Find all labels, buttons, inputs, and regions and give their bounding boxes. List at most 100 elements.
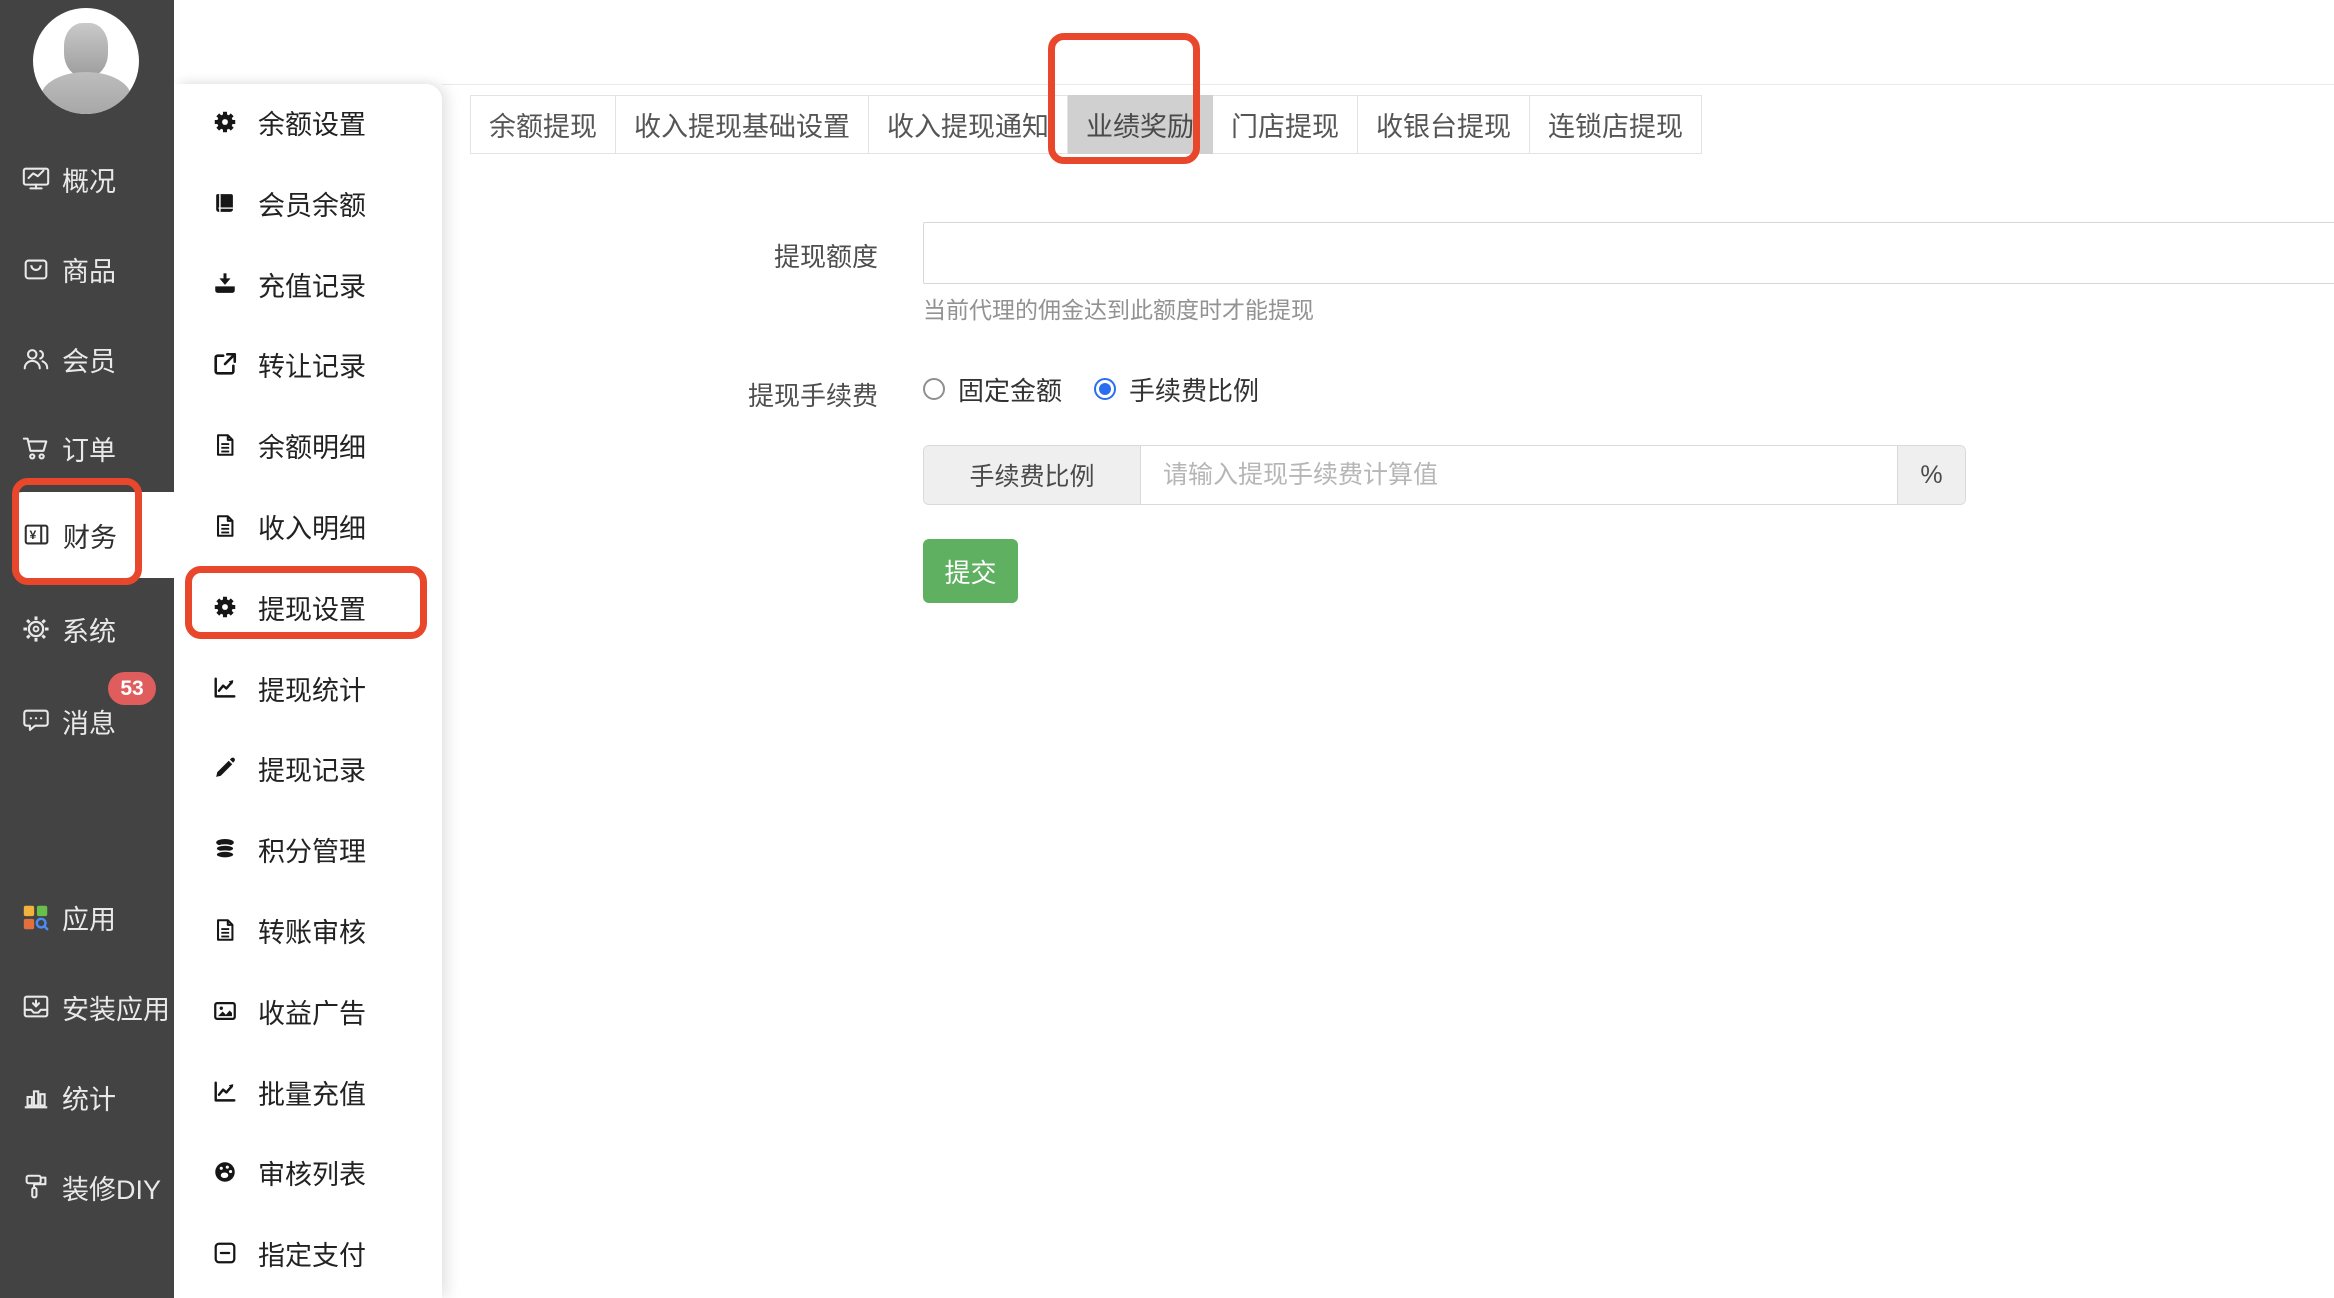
sidebar-item-安装应用[interactable]: 安装应用 [0, 979, 174, 1035]
menu-item-提现设置[interactable]: 提现设置 [174, 578, 442, 636]
sidebar-item-财务[interactable]: ¥ 财务 [12, 492, 174, 578]
quota-hint: 当前代理的佣金达到此额度时才能提现 [923, 297, 1314, 323]
quota-input[interactable] [923, 222, 2334, 284]
diy-icon [21, 1172, 51, 1202]
sidebar-item-label: 消息 [62, 708, 116, 739]
menu-item-label: 审核列表 [258, 1159, 366, 1190]
avatar-shoulders [41, 72, 131, 114]
ad-icon [210, 998, 240, 1024]
fee-rate-input[interactable] [1141, 446, 1897, 504]
chart-icon [210, 1079, 240, 1105]
fee-label: 提现手续费 [747, 381, 878, 411]
apps-icon [21, 902, 51, 932]
fee-options: 固定金额 手续费比例 [923, 367, 1259, 411]
content-top-divider [442, 84, 2334, 85]
menu-item-会员余额[interactable]: 会员余额 [174, 174, 442, 232]
menu-item-批量充值[interactable]: 批量充值 [174, 1063, 442, 1121]
tab-门店提现[interactable]: 门店提现 [1213, 95, 1358, 154]
sidebar-item-label: 安装应用 [62, 994, 170, 1025]
sidebar-item-label: 应用 [62, 904, 116, 935]
submenu-panel: 余额设置会员余额充值记录转让记录余额明细收入明细提现设置提现统计提现记录积分管理… [174, 84, 442, 1298]
download-icon [210, 271, 240, 297]
fee-rate-addon: 手续费比例 [924, 446, 1141, 504]
app-root: 余额提现 收入提现基础设置 收入提现通知 业绩奖励 门店提现 收银台提现 连锁店提现 提现额… [0, 0, 2334, 1298]
submit-button[interactable]: 提交 [923, 539, 1018, 603]
gear-icon [210, 109, 240, 135]
radio-unselected-icon[interactable] [923, 378, 945, 400]
goods-icon [21, 254, 51, 284]
sidebar-item-label: 财务 [63, 522, 117, 553]
message-count-badge: 53 [108, 672, 156, 705]
sidebar-item-label: 会员 [62, 346, 116, 377]
menu-item-label: 积分管理 [258, 836, 366, 867]
menu-item-label: 会员余额 [258, 190, 366, 221]
radio-selected-icon[interactable] [1094, 378, 1117, 400]
menu-item-转让记录[interactable]: 转让记录 [174, 335, 442, 393]
audit-icon [210, 1159, 240, 1185]
tab-连锁店提现[interactable]: 连锁店提现 [1530, 95, 1702, 154]
overview-icon [21, 164, 51, 194]
menu-item-提现记录[interactable]: 提现记录 [174, 739, 442, 797]
members-icon [21, 344, 51, 374]
menu-item-审核列表[interactable]: 审核列表 [174, 1143, 442, 1201]
menu-item-label: 余额明细 [258, 432, 366, 463]
finance-icon: ¥ [22, 520, 52, 550]
pay-icon [210, 1240, 240, 1266]
fee-rate-group: 手续费比例 % [923, 445, 1966, 505]
sidebar-item-统计[interactable]: 统计 [0, 1069, 174, 1125]
fee-option-label: 手续费比例 [1129, 375, 1260, 406]
file-icon [210, 917, 240, 943]
sidebar: 概况商品会员订单 ¥ 财务系统消息 53 应用安装应用统计装修DIY [0, 0, 174, 1298]
sidebar-item-系统[interactable]: 系统 [0, 601, 174, 657]
menu-item-收益广告[interactable]: 收益广告 [174, 982, 442, 1040]
tab-收银台提现[interactable]: 收银台提现 [1358, 95, 1530, 154]
quota-label: 提现额度 [773, 242, 878, 272]
fee-option-手续费比例[interactable]: 手续费比例 [1094, 371, 1259, 408]
points-icon [210, 836, 240, 862]
tab-bar: 余额提现 收入提现基础设置 收入提现通知 业绩奖励 门店提现 收银台提现 连锁店提现 [470, 95, 1702, 154]
menu-item-余额明细[interactable]: 余额明细 [174, 416, 442, 474]
menu-item-label: 提现统计 [258, 675, 366, 706]
menu-item-提现统计[interactable]: 提现统计 [174, 659, 442, 717]
avatar-head [64, 23, 108, 77]
transfer-icon [210, 351, 240, 377]
file-icon [210, 513, 240, 539]
tab-收入提现基础设置[interactable]: 收入提现基础设置 [616, 95, 869, 154]
menu-item-label: 指定支付 [258, 1240, 366, 1271]
menu-item-label: 批量充值 [258, 1079, 366, 1110]
tab-收入提现通知[interactable]: 收入提现通知 [869, 95, 1068, 154]
sidebar-item-label: 订单 [62, 435, 116, 466]
menu-item-余额设置[interactable]: 余额设置 [174, 93, 442, 151]
sidebar-item-概况[interactable]: 概况 [0, 151, 174, 207]
menu-item-label: 充值记录 [258, 271, 366, 302]
sidebar-item-应用[interactable]: 应用 [0, 889, 174, 945]
menu-item-label: 提现设置 [258, 594, 366, 625]
sidebar-item-会员[interactable]: 会员 [0, 331, 174, 387]
menu-item-label: 转账审核 [258, 917, 366, 948]
sidebar-item-商品[interactable]: 商品 [0, 241, 174, 297]
sidebar-item-label: 概况 [62, 166, 116, 197]
menu-item-收入明细[interactable]: 收入明细 [174, 497, 442, 555]
sidebar-item-订单[interactable]: 订单 [0, 420, 174, 476]
install-icon [21, 992, 51, 1022]
tab-业绩奖励[interactable]: 业绩奖励 [1068, 95, 1213, 154]
percent-suffix: % [1897, 446, 1965, 504]
tab-余额提现[interactable]: 余额提现 [470, 95, 616, 154]
book-icon [210, 190, 240, 216]
system-icon [21, 614, 51, 644]
menu-item-充值记录[interactable]: 充值记录 [174, 255, 442, 313]
stats-icon [21, 1082, 51, 1112]
avatar[interactable] [33, 8, 139, 114]
orders-icon [21, 433, 51, 463]
file-icon [210, 432, 240, 458]
chart-icon [210, 675, 240, 701]
sidebar-item-装修DIY[interactable]: 装修DIY [0, 1159, 174, 1215]
fee-option-固定金额[interactable]: 固定金额 [923, 371, 1062, 408]
menu-item-指定支付[interactable]: 指定支付 [174, 1224, 442, 1282]
menu-item-积分管理[interactable]: 积分管理 [174, 820, 442, 878]
menu-item-label: 提现记录 [258, 755, 366, 786]
sidebar-item-label: 统计 [62, 1084, 116, 1115]
menu-item-转账审核[interactable]: 转账审核 [174, 901, 442, 959]
menu-item-label: 收入明细 [258, 513, 366, 544]
pencil-icon [210, 755, 240, 781]
